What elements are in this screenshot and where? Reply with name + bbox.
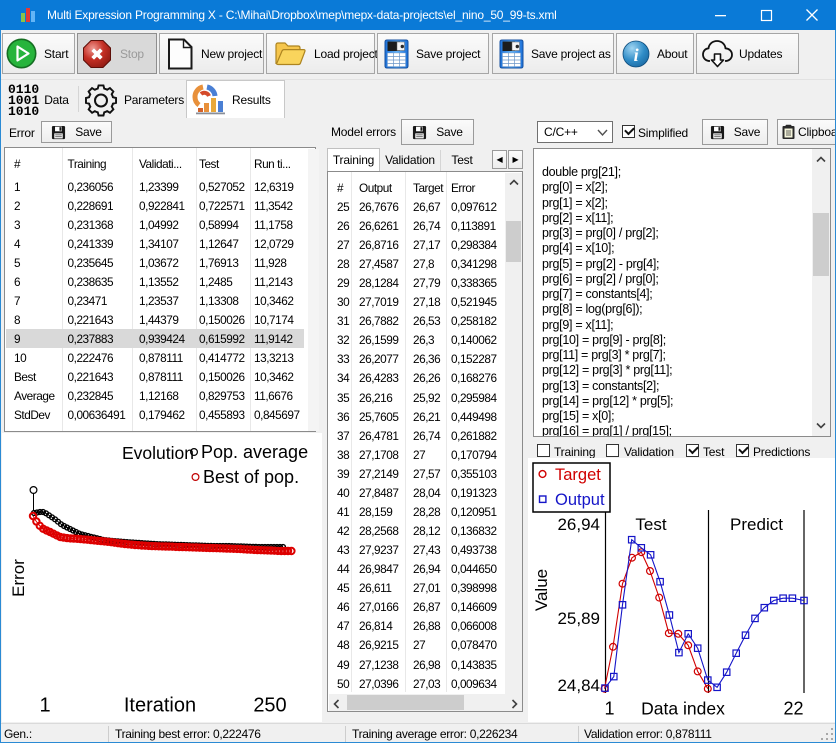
svg-text:Iteration: Iteration: [124, 695, 196, 717]
svg-text:25,89: 25,89: [557, 609, 600, 628]
svg-text:Test: Test: [635, 515, 666, 534]
svg-text:Pop. average: Pop. average: [201, 442, 308, 462]
svg-text:Value: Value: [532, 569, 551, 611]
svg-text:i: i: [634, 45, 639, 65]
svg-text:22: 22: [783, 699, 803, 719]
svg-text:Output: Output: [555, 491, 605, 509]
svg-text:Best of pop.: Best of pop.: [203, 467, 299, 487]
svg-text:1: 1: [39, 695, 50, 717]
svg-text:24,84: 24,84: [557, 676, 600, 695]
svg-text:Data index: Data index: [641, 699, 725, 719]
svg-text:Error: Error: [9, 559, 28, 597]
svg-text:Target: Target: [555, 466, 601, 484]
svg-text:250: 250: [253, 695, 286, 717]
svg-text:Predict: Predict: [730, 515, 783, 534]
svg-text:Evolution: Evolution: [122, 443, 194, 463]
svg-text:26,94: 26,94: [557, 515, 600, 534]
svg-text:1: 1: [604, 699, 614, 719]
